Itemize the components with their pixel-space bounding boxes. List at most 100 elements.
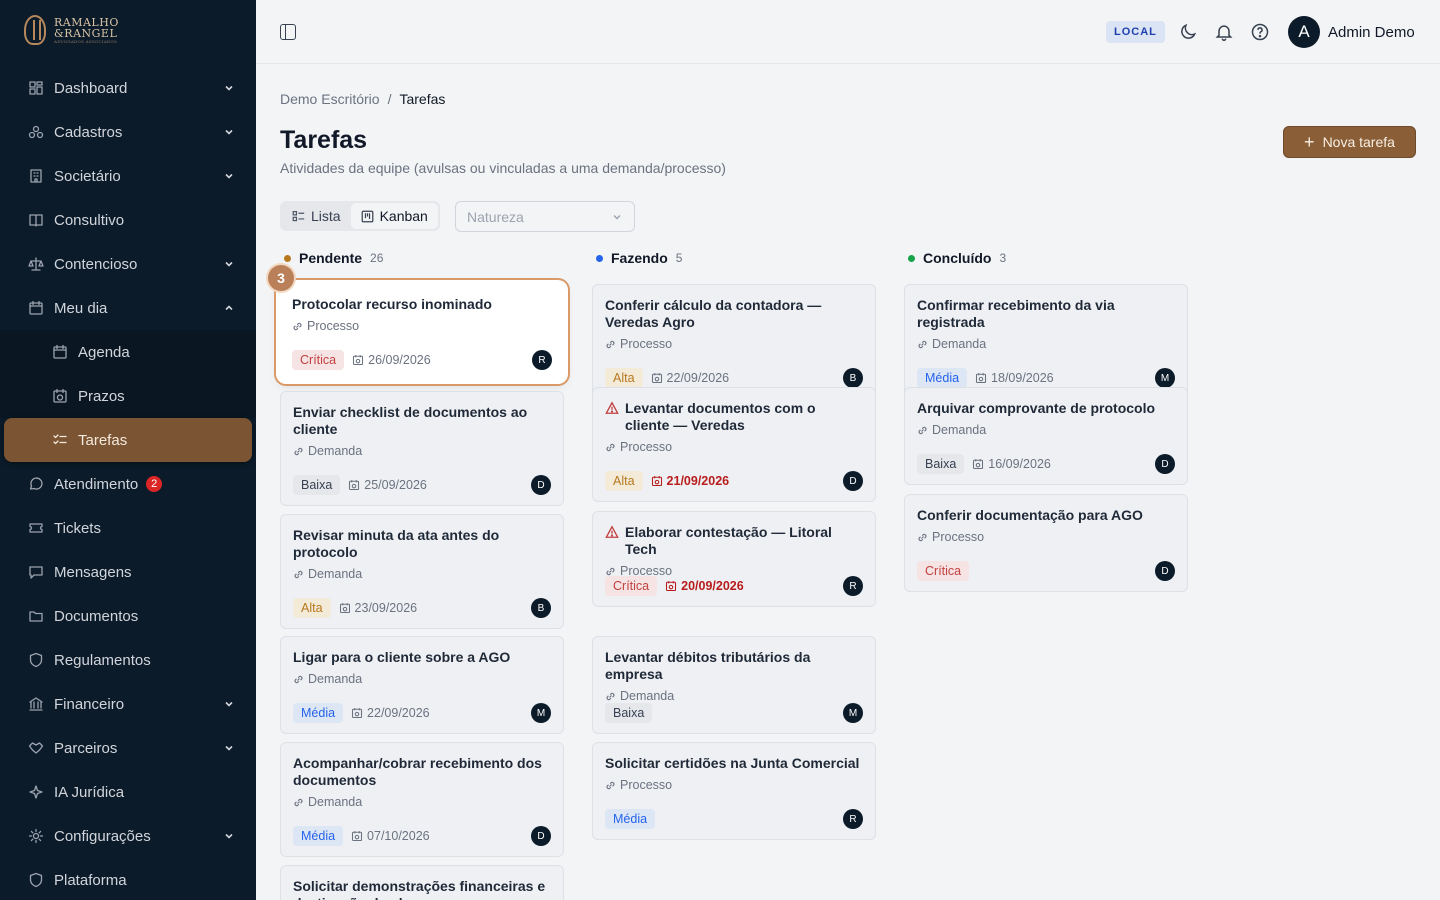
due-date-text: 26/09/2026 [368,353,431,367]
task-link[interactable]: Processo [605,440,863,454]
assignee-avatar[interactable]: D [531,475,551,495]
assignee-avatar[interactable]: M [531,703,551,723]
user-menu[interactable]: A Admin Demo [1288,16,1415,48]
sidebar-item-mensagens[interactable]: Mensagens [0,550,256,594]
sidebar-item-meu-dia[interactable]: Meu dia [0,286,256,330]
chevron-up-icon[interactable] [224,303,234,313]
assignee-avatar[interactable]: M [843,703,863,723]
sidebar-item-tickets[interactable]: Tickets [0,506,256,550]
link-icon [294,570,303,578]
bell-icon[interactable] [1214,22,1234,42]
sidebar-item-cadastros[interactable]: Cadastros [0,110,256,154]
task-link-type: Processo [932,530,985,544]
moon-icon[interactable] [1178,22,1198,42]
assignee-avatar[interactable]: D [531,826,551,846]
task-card[interactable]: Enviar checklist de documentos ao client… [280,391,564,506]
assignee-avatar[interactable]: D [843,471,863,491]
sidebar-item-label: Mensagens [54,563,132,581]
assignee-avatar[interactable]: B [843,368,863,388]
task-card[interactable]: Elaborar contestação — Litoral Tech Proce… [592,511,876,607]
task-link[interactable]: Demanda [917,423,1175,437]
sidebar-item-financeiro[interactable]: Financeiro [0,682,256,726]
breadcrumb-root[interactable]: Demo Escritório [280,91,380,107]
task-link[interactable]: Processo [292,319,552,333]
kanban-column-fazendo: Fazendo 5 Conferir cálculo da contadora — … [592,246,876,840]
task-link[interactable]: Processo [605,778,863,792]
task-card[interactable]: Conferir cálculo da contadora — Veredas … [592,284,876,399]
task-title-row: Conferir cálculo da contadora — Veredas … [605,297,863,331]
sidebar-item-contencioso[interactable]: Contencioso [0,242,256,286]
sidebar-item-configuracoes[interactable]: Configurações [0,814,256,858]
task-card[interactable]: Confirmar recebimento da via registrada D… [904,284,1188,399]
sidebar-item-societario[interactable]: Societário [0,154,256,198]
tab-kanban[interactable]: Kanban [350,203,438,229]
task-card[interactable]: Arquivar comprovante de protocolo Demanda… [904,387,1188,485]
help-icon[interactable] [1250,22,1270,42]
calendar-icon [352,708,363,719]
task-link[interactable]: Processo [917,530,1175,544]
task-link[interactable]: Demanda [293,567,551,581]
new-task-button[interactable]: + Nova tarefa [1283,126,1416,158]
sidebar-item-documentos[interactable]: Documentos [0,594,256,638]
calendar-icon [976,373,987,384]
assignee-avatar[interactable]: D [1155,454,1175,474]
chevron-down-icon[interactable] [224,743,234,753]
sidebar-item-ia-juridica[interactable]: IA Jurídica [0,770,256,814]
assignee-avatar[interactable]: R [843,576,863,596]
environment-badge: LOCAL [1106,21,1165,43]
top-bar: LOCAL A Admin Demo [256,0,1440,64]
status-dot [284,254,291,262]
sidebar-item-parceiros[interactable]: Parceiros [0,726,256,770]
chevron-down-icon[interactable] [224,127,234,137]
task-link[interactable]: Demanda [293,672,551,686]
column-header: Concluído 3 [904,246,1188,270]
sidebar-item-tarefas[interactable]: Tarefas [4,418,252,462]
chevron-down-icon[interactable] [224,83,234,93]
chevron-down-icon[interactable] [224,831,234,841]
task-card[interactable]: Solicitar demonstrações financeiras e de… [280,865,564,900]
sidebar-toggle-icon[interactable] [280,24,296,40]
sidebar-item-prazos[interactable]: Prazos [0,374,256,418]
chevron-down-icon [613,215,621,220]
task-card[interactable]: Revisar minuta da ata antes do protocolo… [280,514,564,629]
task-link[interactable]: Demanda [605,689,863,703]
due-date-text: 16/09/2026 [988,457,1051,471]
chevron-down-icon[interactable] [224,699,234,709]
assignee-avatar[interactable]: R [532,350,552,370]
task-card[interactable]: Levantar débitos tributários da empresa D… [592,636,876,734]
assignee-avatar[interactable]: D [1155,561,1175,581]
task-card[interactable]: Protocolar recurso inominado Processo Crít… [280,284,564,380]
task-link[interactable]: Demanda [293,795,551,809]
sidebar-item-consultivo[interactable]: Consultivo [0,198,256,242]
task-title-row: Levantar documentos com o cliente — Vere… [605,400,863,434]
sidebar-item-plataforma[interactable]: Plataforma [0,858,256,900]
priority-badge: Alta [605,471,643,491]
sidebar-item-dashboard[interactable]: Dashboard [0,66,256,110]
task-link[interactable]: Demanda [293,444,551,458]
view-switcher: Lista Kanban [280,201,440,231]
task-link[interactable]: Processo [605,337,863,351]
task-card[interactable]: Conferir documentação para AGO Processo Cr… [904,494,1188,592]
column-header: Pendente 26 [280,246,564,270]
task-card[interactable]: Levantar documentos com o cliente — Vere… [592,387,876,502]
task-title-row: Revisar minuta da ata antes do protocolo [293,527,551,561]
sidebar-item-regulamentos[interactable]: Regulamentos [0,638,256,682]
chevron-down-icon[interactable] [224,259,234,269]
task-card[interactable]: Acompanhar/cobrar recebimento dos docume… [280,742,564,857]
task-card[interactable]: Ligar para o cliente sobre a AGO Demanda M… [280,636,564,734]
task-link[interactable]: Demanda [917,337,1175,351]
tab-lista[interactable]: Lista [282,203,351,229]
sidebar-item-label: Financeiro [54,695,125,713]
task-card[interactable]: Solicitar certidões na Junta Comercial Pr… [592,742,876,840]
list-check-icon [52,432,68,448]
natureza-select[interactable]: Natureza [455,201,635,232]
assignee-avatar[interactable]: B [531,598,551,618]
chevron-down-icon[interactable] [224,171,234,181]
sidebar-item-atendimento[interactable]: Atendimento 2 [0,462,256,506]
sidebar-item-agenda[interactable]: Agenda [0,330,256,374]
priority-badge: Média [917,368,968,388]
task-meta: Crítica 26/09/2026 R [292,350,552,370]
assignee-avatar[interactable]: M [1155,368,1175,388]
assignee-avatar[interactable]: R [843,809,863,829]
brand-logo[interactable]: RAMALHO &RANGEL ADVOGADOS ASSOCIADOS [0,0,256,60]
